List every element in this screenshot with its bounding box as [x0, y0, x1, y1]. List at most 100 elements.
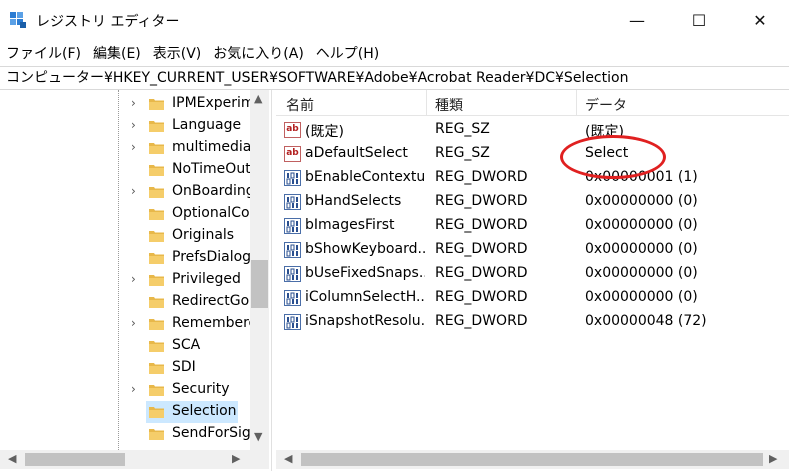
- menu-help[interactable]: ヘルプ(H): [316, 43, 379, 63]
- tree-item-label: RedirectGoI: [172, 293, 250, 309]
- menu-edit[interactable]: 編集(E): [93, 43, 141, 63]
- scroll-left-icon[interactable]: ◀: [284, 452, 292, 465]
- tree-item[interactable]: PrefsDialog: [0, 247, 252, 269]
- tree-item[interactable]: › multimedia: [0, 137, 252, 159]
- scroll-up-icon[interactable]: ▲: [254, 92, 262, 105]
- tree-item[interactable]: › Privileged: [0, 269, 252, 291]
- value-type: REG_SZ: [435, 145, 490, 161]
- value-type: REG_DWORD: [435, 169, 528, 185]
- chevron-right-icon[interactable]: ›: [131, 118, 136, 132]
- chevron-right-icon[interactable]: ›: [131, 316, 136, 330]
- value-row[interactable]: bEnableContextu REG_DWORD 0x00000001 (1): [276, 166, 789, 190]
- tree-item-label: SCA: [172, 337, 201, 353]
- scroll-down-icon[interactable]: ▼: [254, 430, 262, 443]
- value-type: REG_SZ: [435, 121, 490, 137]
- tree-item-label: SendForSigi: [172, 425, 250, 441]
- column-header-name[interactable]: 名前: [286, 95, 314, 115]
- folder-icon: [149, 385, 164, 396]
- value-name: bHandSelects: [305, 193, 402, 209]
- tree-item[interactable]: Originals: [0, 225, 252, 247]
- menu-favorites[interactable]: お気に入り(A): [213, 43, 304, 63]
- binary-value-icon: [284, 194, 301, 210]
- column-header-data[interactable]: データ: [585, 95, 627, 115]
- window-title: レジストリ エディター: [36, 14, 180, 30]
- tree-item[interactable]: SendForSigi: [0, 423, 252, 445]
- value-type: REG_DWORD: [435, 265, 528, 281]
- tree-vertical-scrollbar[interactable]: ▲ ▼: [250, 90, 269, 450]
- tree-item-label: NoTimeOut: [172, 161, 250, 177]
- tree-item[interactable]: › IPMExperim: [0, 93, 252, 115]
- minimize-button[interactable]: —: [614, 0, 660, 40]
- folder-icon: [149, 297, 164, 308]
- folder-icon: [149, 341, 164, 352]
- column-headers: 名前 種類 データ: [276, 90, 789, 116]
- tree-item[interactable]: SCA: [0, 335, 252, 357]
- chevron-right-icon[interactable]: ›: [131, 184, 136, 198]
- folder-icon: [149, 187, 164, 198]
- value-name: iSnapshotResolu...: [305, 313, 425, 329]
- tree-item-label: OptionalCo: [172, 205, 250, 221]
- value-name: bShowKeyboard...: [305, 241, 425, 257]
- value-row[interactable]: ab aDefaultSelect REG_SZ Select: [276, 142, 789, 166]
- tree-item[interactable]: › Remembere: [0, 313, 252, 335]
- column-divider[interactable]: [576, 90, 577, 116]
- tree-item[interactable]: › OnBoarding: [0, 181, 252, 203]
- values-hscroll-thumb[interactable]: [301, 453, 763, 466]
- value-row[interactable]: iSnapshotResolu... REG_DWORD 0x00000048 (7…: [276, 310, 789, 334]
- folder-icon: [149, 429, 164, 440]
- close-button[interactable]: ✕: [737, 0, 783, 40]
- tree-item-label: OnBoarding: [172, 183, 250, 199]
- tree-item-label: Originals: [172, 227, 235, 243]
- maximize-button[interactable]: ☐: [676, 0, 722, 40]
- tree-hscroll-thumb[interactable]: [25, 453, 125, 466]
- menu-file[interactable]: ファイル(F): [6, 43, 81, 63]
- tree-scroll-thumb[interactable]: [251, 260, 268, 308]
- tree-item[interactable]: OptionalCo: [0, 203, 252, 225]
- maximize-icon: ☐: [691, 10, 707, 30]
- tree-horizontal-scrollbar[interactable]: ◀ ▶: [0, 450, 269, 469]
- tree-item-label: Selection: [172, 403, 237, 419]
- value-data: 0x00000000 (0): [585, 265, 698, 281]
- chevron-right-icon[interactable]: ›: [131, 272, 136, 286]
- value-name: bEnableContextu: [305, 169, 425, 185]
- close-icon: ✕: [753, 10, 767, 30]
- scroll-left-icon[interactable]: ◀: [8, 452, 16, 465]
- address-bar[interactable]: コンピューター¥HKEY_CURRENT_USER¥SOFTWARE¥Adobe…: [0, 66, 789, 90]
- value-data: 0x00000000 (0): [585, 217, 698, 233]
- menu-view[interactable]: 表示(V): [153, 43, 202, 63]
- folder-icon: [149, 363, 164, 374]
- folder-icon: [149, 165, 164, 176]
- value-row[interactable]: ab (既定) REG_SZ (既定): [276, 118, 789, 142]
- column-header-type[interactable]: 種類: [435, 95, 463, 115]
- chevron-right-icon[interactable]: ›: [131, 96, 136, 110]
- tree-item[interactable]: › Security: [0, 379, 252, 401]
- value-row[interactable]: bShowKeyboard... REG_DWORD 0x00000000 (0): [276, 238, 789, 262]
- folder-icon: [149, 143, 164, 154]
- folder-icon: [149, 209, 164, 220]
- chevron-right-icon[interactable]: ›: [131, 140, 136, 154]
- value-row[interactable]: bUseFixedSnaps... REG_DWORD 0x00000000 (0): [276, 262, 789, 286]
- binary-value-icon: [284, 218, 301, 234]
- value-row[interactable]: bImagesFirst REG_DWORD 0x00000000 (0): [276, 214, 789, 238]
- values-horizontal-scrollbar[interactable]: ◀ ▶: [276, 450, 789, 469]
- value-data: 0x00000000 (0): [585, 241, 698, 257]
- menu-bar: ファイル(F) 編集(E) 表示(V) お気に入り(A) ヘルプ(H): [0, 40, 789, 66]
- scroll-right-icon[interactable]: ▶: [769, 452, 777, 465]
- value-type: REG_DWORD: [435, 241, 528, 257]
- tree-item[interactable]: RedirectGoI: [0, 291, 252, 313]
- chevron-right-icon[interactable]: ›: [131, 382, 136, 396]
- tree-item[interactable]: SDI: [0, 357, 252, 379]
- folder-icon: [149, 99, 164, 110]
- value-name: iColumnSelectH...: [305, 289, 425, 305]
- tree-item[interactable]: Selection: [0, 401, 252, 423]
- value-row[interactable]: bHandSelects REG_DWORD 0x00000000 (0): [276, 190, 789, 214]
- value-name: bUseFixedSnaps...: [305, 265, 425, 281]
- tree-item[interactable]: NoTimeOut: [0, 159, 252, 181]
- folder-icon: [149, 275, 164, 286]
- column-divider[interactable]: [426, 90, 427, 116]
- value-data: 0x00000000 (0): [585, 289, 698, 305]
- tree-item[interactable]: › Language: [0, 115, 252, 137]
- value-data: 0x00000048 (72): [585, 313, 707, 329]
- scroll-right-icon[interactable]: ▶: [232, 452, 240, 465]
- value-row[interactable]: iColumnSelectH... REG_DWORD 0x00000000 (0): [276, 286, 789, 310]
